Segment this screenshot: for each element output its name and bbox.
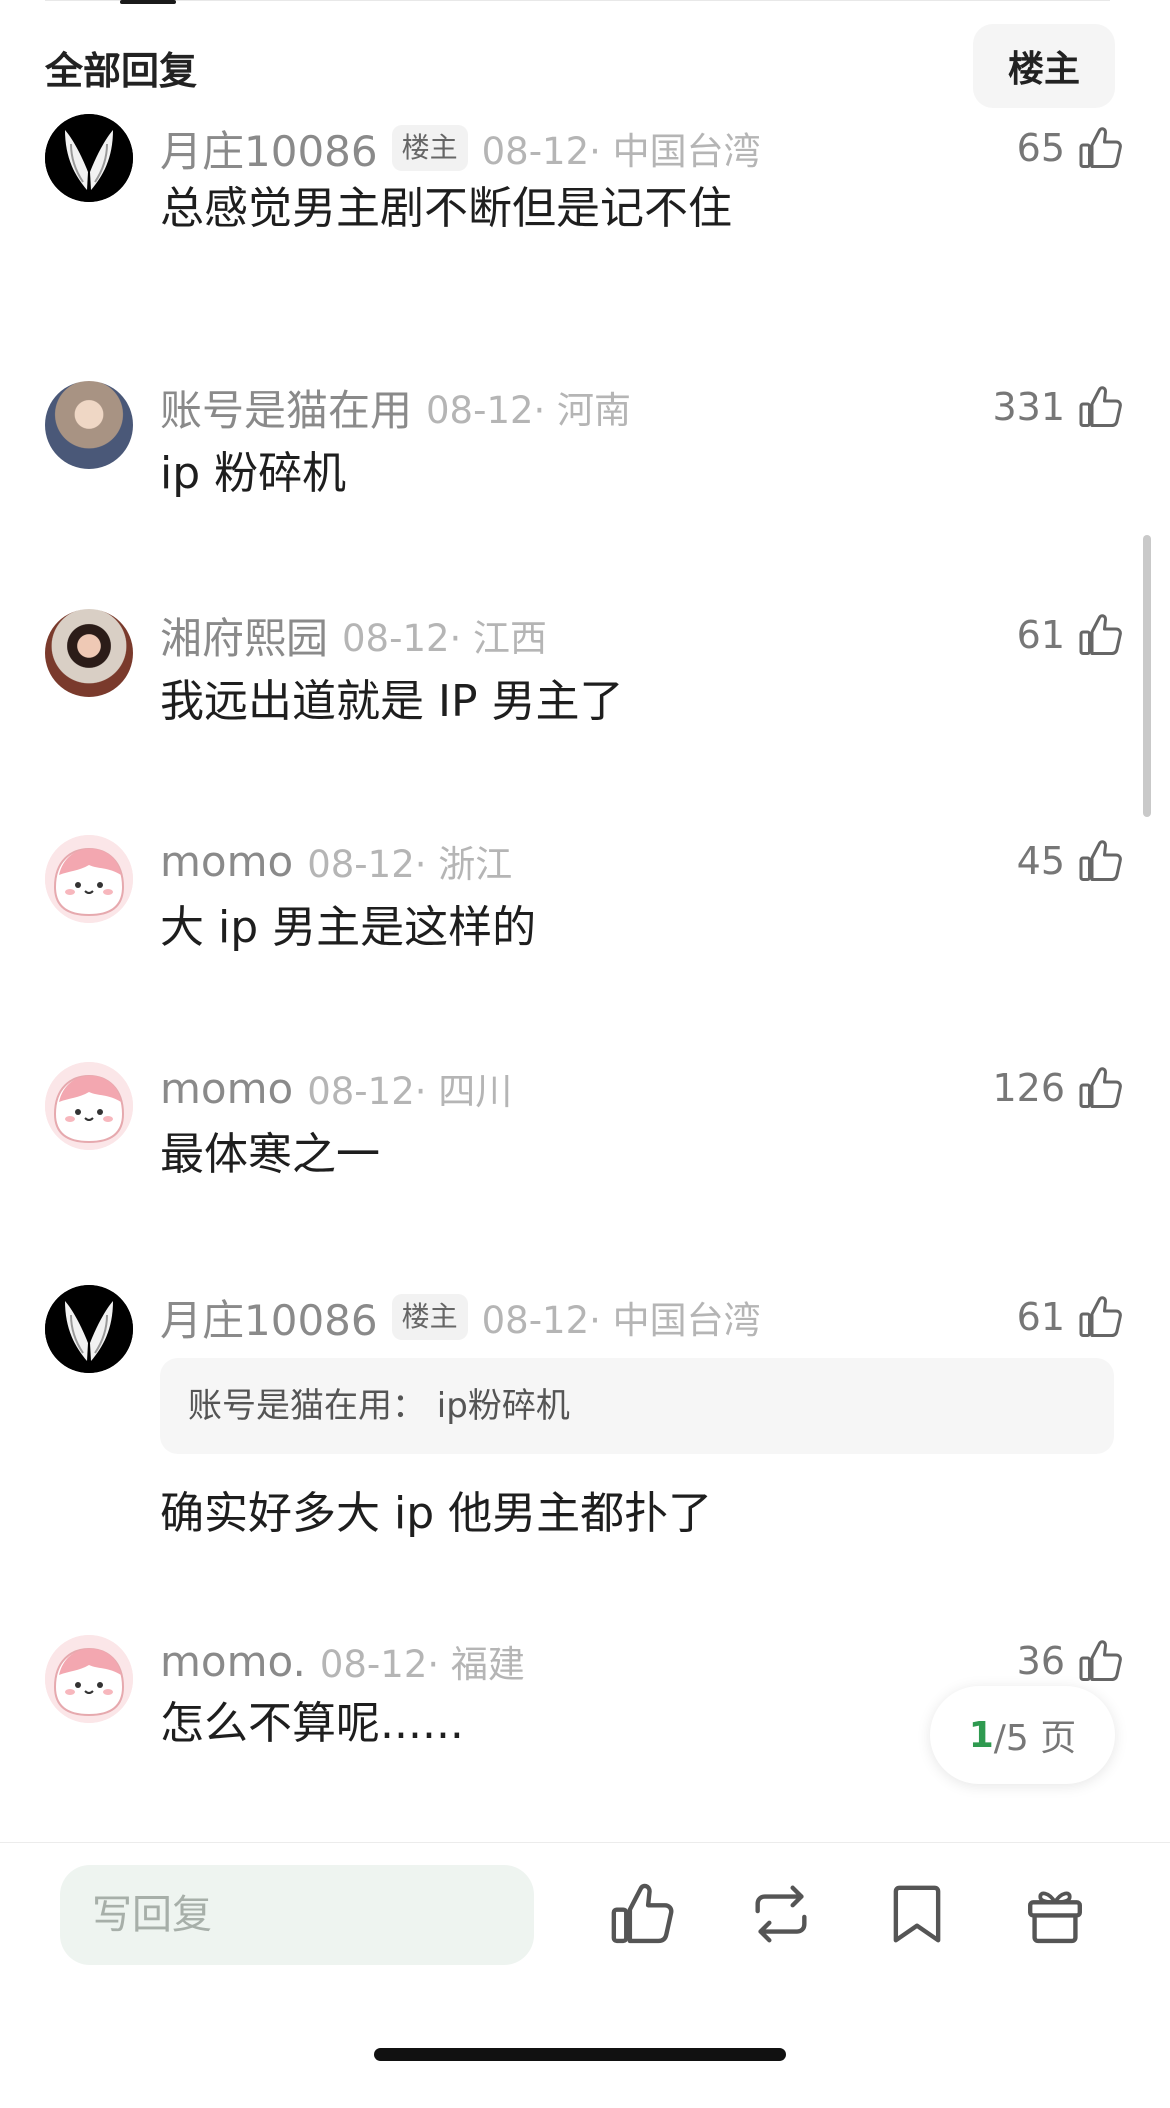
comment-text: 确实好多大 ip 他男主都扑了 <box>160 1488 713 1539</box>
like-button[interactable]: 61 <box>1017 1287 1125 1347</box>
timestamp-location: 08-12· 福建 <box>319 1643 525 1686</box>
timestamp-location: 08-12· 中国台湾 <box>481 130 761 173</box>
comment-text: 总感觉男主剧不断但是记不住 <box>160 183 732 234</box>
like-button[interactable]: 126 <box>992 1058 1125 1118</box>
username[interactable]: momo <box>160 837 293 886</box>
timestamp-location: 08-12· 中国台湾 <box>481 1299 761 1342</box>
total-pages: /5 页 <box>993 1718 1077 1759</box>
like-button[interactable]: 61 <box>1017 605 1125 665</box>
thumbs-up-icon <box>1077 1064 1125 1112</box>
like-button[interactable]: 36 <box>1017 1631 1125 1691</box>
comment-text: 大 ip 男主是这样的 <box>160 902 537 953</box>
page-title: 全部回复 <box>45 49 198 93</box>
top-divider <box>45 0 1110 1</box>
like-count: 61 <box>1016 1295 1065 1339</box>
like-count: 331 <box>992 385 1065 429</box>
thumbs-up-icon <box>1077 1637 1125 1685</box>
timestamp-location: 08-12· 河南 <box>426 389 632 432</box>
bookmark-icon[interactable] <box>882 1879 952 1949</box>
thumbs-up-icon <box>1077 837 1125 885</box>
page-indicator[interactable]: 1 /5 页 <box>930 1686 1115 1784</box>
scrollbar[interactable] <box>1143 535 1151 817</box>
like-button[interactable]: 65 <box>1017 118 1125 178</box>
replies-header: 全部回复 楼主 <box>0 24 1170 108</box>
op-only-filter-button[interactable]: 楼主 <box>973 24 1115 108</box>
current-page: 1 <box>968 1714 994 1756</box>
like-button[interactable]: 331 <box>992 377 1125 437</box>
timestamp-location: 08-12· 浙江 <box>307 843 513 886</box>
girl-avatar[interactable] <box>45 609 133 697</box>
wings-avatar[interactable] <box>45 1285 133 1373</box>
timestamp-location: 08-12· 四川 <box>307 1070 513 1113</box>
like-count: 36 <box>1016 1639 1065 1683</box>
like-count: 61 <box>1016 613 1065 657</box>
op-badge: 楼主 <box>391 1294 468 1340</box>
username[interactable]: 湘府熙园 <box>160 605 328 666</box>
quoted-reply[interactable]: 账号是猫在用： ip粉碎机 <box>160 1358 1114 1454</box>
username[interactable]: 月庄10086 <box>160 118 378 179</box>
username[interactable]: momo. <box>160 1637 306 1686</box>
momo-avatar[interactable] <box>45 1062 133 1150</box>
thumbs-up-icon <box>1077 611 1125 659</box>
timestamp-location: 08-12· 江西 <box>342 617 548 660</box>
username[interactable]: momo <box>160 1064 293 1113</box>
wings-avatar[interactable] <box>45 114 133 202</box>
thumbs-up-icon <box>1077 124 1125 172</box>
thumbs-up-icon <box>1077 1293 1125 1341</box>
comment-text: 我远出道就是 IP 男主了 <box>160 676 624 727</box>
reply-input[interactable]: 写回复 <box>60 1865 534 1965</box>
gift-icon[interactable] <box>1020 1879 1090 1949</box>
momo-avatar[interactable] <box>45 835 133 923</box>
username[interactable]: 账号是猫在用 <box>160 377 412 438</box>
active-tab-indicator <box>120 0 176 4</box>
momo-avatar[interactable] <box>45 1635 133 1723</box>
like-count: 45 <box>1016 839 1065 883</box>
comment-text: ip 粉碎机 <box>160 448 347 499</box>
thumbs-up-icon[interactable] <box>608 1879 678 1949</box>
thumbs-up-icon <box>1077 383 1125 431</box>
op-badge: 楼主 <box>391 125 468 171</box>
like-button[interactable]: 45 <box>1017 831 1125 891</box>
home-indicator <box>374 2048 786 2061</box>
bottom-action-bar: 写回复 <box>0 1842 1170 2108</box>
comment-text: 最体寒之一 <box>160 1129 380 1180</box>
repost-icon[interactable] <box>746 1879 816 1949</box>
girl-avatar[interactable] <box>45 381 133 469</box>
username[interactable]: 月庄10086 <box>160 1287 378 1348</box>
like-count: 126 <box>992 1066 1065 1110</box>
like-count: 65 <box>1016 126 1065 170</box>
comment-text: 怎么不算呢...... <box>160 1698 464 1749</box>
